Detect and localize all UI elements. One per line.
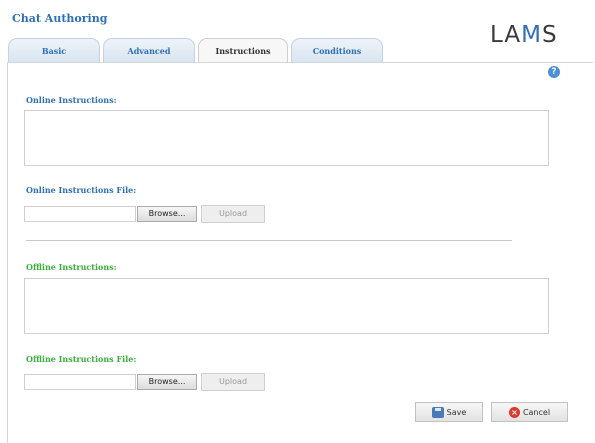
help-icon[interactable]: ? — [548, 66, 560, 78]
online-instructions-file-label: Online Instructions File: — [26, 185, 137, 195]
tab-instructions[interactable]: Instructions — [198, 38, 288, 63]
cancel-button[interactable]: × Cancel — [491, 402, 568, 422]
tab-advanced[interactable]: Advanced — [103, 38, 195, 62]
tab-basic[interactable]: Basic — [8, 38, 100, 62]
save-label: Save — [446, 407, 467, 417]
tab-conditions[interactable]: Conditions — [291, 38, 383, 62]
lams-logo: LAMS — [490, 22, 558, 48]
offline-upload-button[interactable]: Upload — [201, 373, 265, 391]
offline-instructions-textarea[interactable] — [24, 278, 549, 334]
online-instructions-textarea[interactable] — [24, 110, 549, 166]
cancel-icon: × — [508, 406, 520, 418]
section-divider — [26, 240, 512, 241]
online-instructions-label: Online Instructions: — [26, 95, 117, 105]
save-button[interactable]: Save — [415, 402, 483, 422]
header: Chat Authoring LAMS Basic Advanced Instr… — [0, 0, 595, 63]
offline-browse-button[interactable]: Browse... — [137, 374, 197, 390]
page-title: Chat Authoring — [12, 12, 108, 25]
tab-bar: Basic Advanced Instructions Conditions — [8, 38, 383, 63]
online-browse-button[interactable]: Browse... — [137, 206, 197, 222]
offline-instructions-file-label: Offline Instructions File: — [26, 354, 137, 364]
online-upload-button[interactable]: Upload — [201, 205, 265, 223]
cancel-label: Cancel — [522, 407, 551, 417]
offline-file-input[interactable] — [24, 374, 136, 390]
online-file-input[interactable] — [24, 206, 136, 222]
save-icon — [431, 406, 444, 418]
offline-instructions-label: Offline Instructions: — [26, 262, 117, 272]
